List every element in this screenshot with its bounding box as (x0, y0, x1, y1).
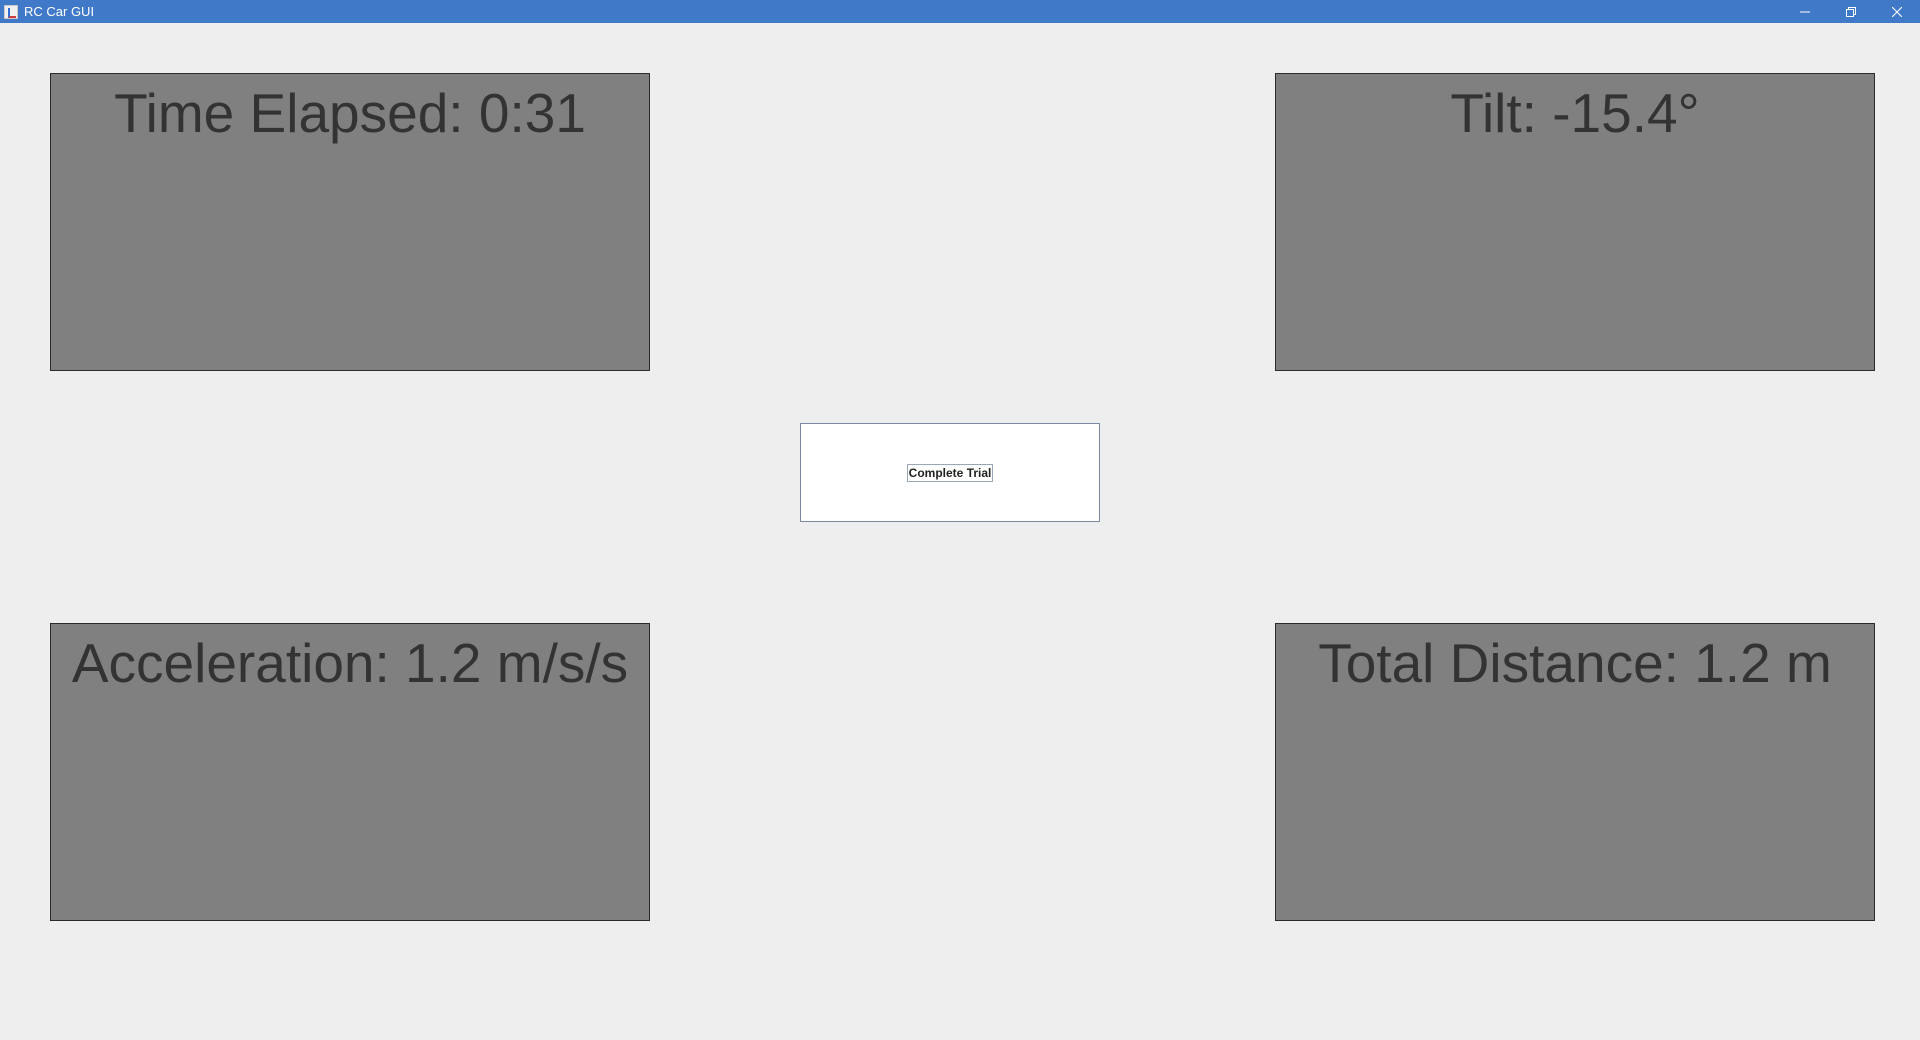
close-button[interactable] (1874, 0, 1920, 23)
minimize-icon (1800, 7, 1810, 17)
tilt-label: Tilt: -15.4° (1450, 82, 1700, 144)
time-elapsed-label: Time Elapsed: 0:31 (114, 82, 586, 144)
window-controls (1782, 0, 1920, 23)
restore-button[interactable] (1828, 0, 1874, 23)
window-titlebar[interactable]: RC Car GUI (0, 0, 1920, 23)
restore-icon (1846, 6, 1856, 17)
java-app-icon (4, 4, 18, 19)
window-title: RC Car GUI (24, 4, 95, 19)
acceleration-panel: Acceleration: 1.2 m/s/s (50, 623, 650, 921)
close-icon (1892, 6, 1902, 17)
time-elapsed-panel: Time Elapsed: 0:31 (50, 73, 650, 371)
complete-trial-button[interactable]: Complete Trial (800, 423, 1100, 522)
complete-trial-label: Complete Trial (906, 463, 994, 482)
minimize-button[interactable] (1782, 0, 1828, 23)
total-distance-panel: Total Distance: 1.2 m (1275, 623, 1875, 921)
tilt-panel: Tilt: -15.4° (1275, 73, 1875, 371)
acceleration-label: Acceleration: 1.2 m/s/s (71, 632, 629, 694)
total-distance-label: Total Distance: 1.2 m (1318, 632, 1832, 694)
